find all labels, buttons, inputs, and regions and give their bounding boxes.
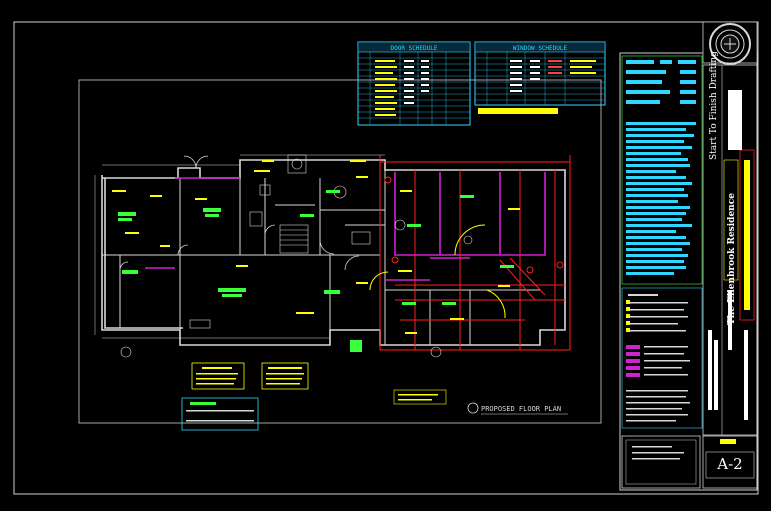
cad-drawing-sheet: DOOR SCHEDULE WINDOW SCHEDULE PROPOSED F… bbox=[0, 0, 771, 511]
sheet-number: A-2 bbox=[716, 455, 742, 473]
plan-title: PROPOSED FLOOR PLAN bbox=[481, 405, 561, 413]
window-schedule-note-bar bbox=[478, 108, 558, 114]
door-schedule-title: DOOR SCHEDULE bbox=[391, 45, 438, 52]
window-schedule-title: WINDOW SCHEDULE bbox=[513, 45, 568, 52]
company-name: Start To Finish Drafting bbox=[709, 51, 719, 160]
plan-title-group: PROPOSED FLOOR PLAN bbox=[467, 402, 568, 415]
